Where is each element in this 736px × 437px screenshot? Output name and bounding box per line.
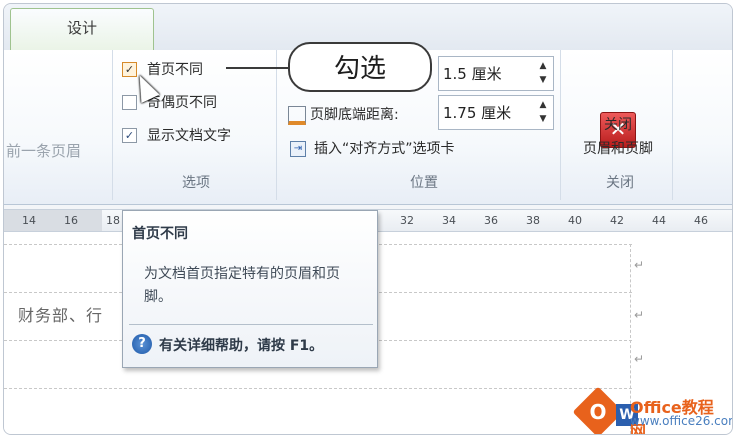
tooltip-body: 为文档首页指定特有的页眉和页脚。 (144, 266, 340, 305)
first-page-checkbox[interactable]: ✓ (122, 61, 137, 77)
group-separator (276, 50, 277, 200)
close-label-line1[interactable]: 关闭 (568, 114, 668, 134)
tooltip-help-text: 有关详细帮助，请按 F1。 (159, 338, 324, 354)
spinner-arrows-icon[interactable]: ▲ ▼ (537, 59, 549, 87)
tooltip-title: 首页不同 (132, 226, 188, 242)
ruler-tick: 42 (610, 214, 624, 227)
ruler-tick: 14 (22, 214, 36, 227)
ruler-tick: 40 (568, 214, 582, 227)
text-guide-line (4, 388, 632, 389)
ruler-tick: 18 (106, 214, 120, 227)
group-separator (672, 50, 673, 200)
ruler-tick: 38 (526, 214, 540, 227)
word-window: 设计 前一条页眉 ✓ 首页不同 奇偶页不同 ✓ 显示文档文字 选项 1.5 厘米 ▲… (3, 3, 733, 435)
ruler-margin-area (4, 210, 102, 231)
callout-connector (226, 67, 289, 69)
watermark-url: www.office26.com (630, 414, 733, 428)
insert-alignment-tab-button[interactable]: ⇥ 插入“对齐方式”选项卡 (290, 138, 455, 158)
show-document-text-label: 显示文档文字 (147, 128, 231, 144)
ruler-tick: 34 (442, 214, 456, 227)
insert-alignment-icon: ⇥ (290, 141, 306, 157)
previous-header-button[interactable]: 前一条页眉 (6, 140, 81, 161)
first-page-label: 首页不同 (147, 62, 203, 78)
paragraph-mark: ↵ (634, 308, 645, 322)
show-document-text-checkbox[interactable]: ✓ (122, 127, 137, 143)
paragraph-mark: ↵ (634, 258, 645, 272)
footer-distance-value: 1.75 厘米 (443, 104, 512, 122)
footer-distance-spinner[interactable]: 1.75 厘米 ▲ ▼ (438, 95, 554, 130)
footer-distance-text: 页脚底端距离: (310, 107, 399, 123)
help-icon: ? (132, 334, 152, 354)
footer-distance-label: 页脚底端距离: (288, 104, 399, 125)
office-logo-letter-icon: O (589, 400, 607, 424)
spinner-arrows-icon[interactable]: ▲ ▼ (537, 98, 549, 126)
ruler-tick: 46 (694, 214, 708, 227)
footer-icon (288, 105, 306, 125)
ruler-tick: 36 (484, 214, 498, 227)
odd-even-different-option[interactable]: 奇偶页不同 (122, 92, 217, 114)
position-group-label: 位置 (410, 175, 438, 191)
odd-even-checkbox[interactable] (122, 94, 137, 110)
tooltip-divider (129, 324, 373, 325)
callout-bubble: 勾选 (288, 42, 432, 92)
options-group-label: 选项 (182, 175, 210, 191)
group-separator (112, 50, 113, 200)
ruler-tick: 32 (400, 214, 414, 227)
watermark: O W Office教程网 www.office26.com (572, 386, 732, 434)
header-distance-spinner[interactable]: 1.5 厘米 ▲ ▼ (438, 56, 554, 91)
tooltip-first-page-different: 首页不同 为文档首页指定特有的页眉和页脚。 ? 有关详细帮助，请按 F1。 (122, 210, 378, 368)
header-distance-value: 1.5 厘米 (443, 65, 502, 83)
odd-even-label: 奇偶页不同 (147, 95, 217, 111)
insert-alignment-label: 插入“对齐方式”选项卡 (314, 141, 455, 157)
paragraph-mark: ↵ (634, 352, 645, 366)
close-group-label: 关闭 (606, 175, 634, 191)
close-label-line2[interactable]: 页眉和页脚 (568, 138, 668, 158)
ruler-tick: 44 (652, 214, 666, 227)
tab-design[interactable]: 设计 (10, 8, 154, 51)
group-separator (560, 50, 561, 200)
document-text-line[interactable]: 财务部、行 (18, 302, 103, 326)
ruler-tick: 16 (64, 214, 78, 227)
show-document-text-option[interactable]: ✓ 显示文档文字 (122, 125, 231, 147)
